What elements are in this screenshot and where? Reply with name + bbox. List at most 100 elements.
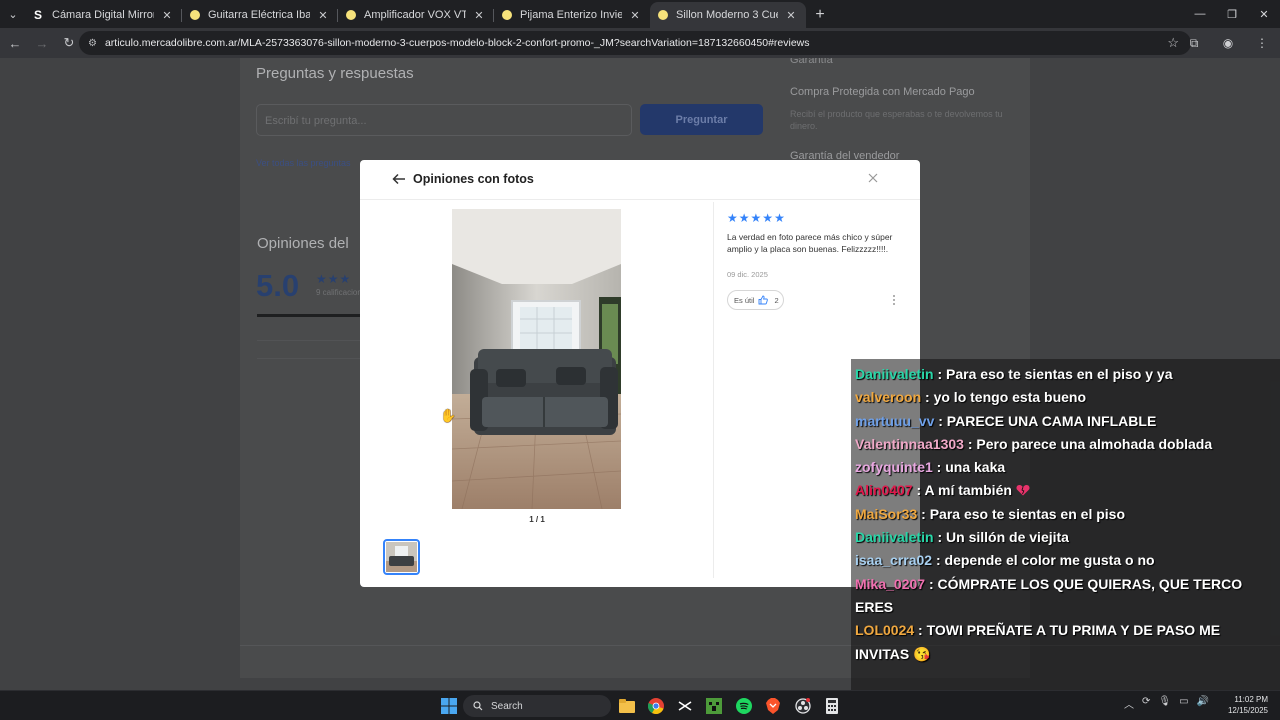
opiniones-title: Opiniones del: [257, 235, 349, 252]
photo-thumbnail[interactable]: [383, 539, 420, 575]
star-icon: ★: [762, 211, 774, 225]
photo-reviews-modal: Opiniones con fotos 1 / 1 ★ ★ ★ ★ ★ La v…: [360, 160, 920, 587]
tab-guitarra[interactable]: Guitarra Eléctrica Ibanez Azes4 ✕: [182, 2, 338, 28]
photo-counter: 1 / 1: [529, 515, 545, 524]
clock-time: 11:02 PM: [1234, 695, 1268, 704]
menu-kebab-icon[interactable]: ⋮: [1250, 31, 1274, 55]
clock[interactable]: 11:02 PM 12/15/2025: [1228, 694, 1268, 716]
hand-cursor-icon: ✋: [440, 408, 457, 423]
star-icon: ★: [750, 211, 762, 225]
spotify-icon[interactable]: [733, 695, 755, 717]
extensions-icon[interactable]: ⧉: [1182, 31, 1206, 55]
question-input[interactable]: Escribí tu pregunta...: [256, 104, 632, 136]
start-icon[interactable]: [438, 695, 460, 717]
url-text: articulo.mercadolibre.com.ar/MLA-2573363…: [104, 37, 810, 49]
mercadolibre-icon: [502, 10, 512, 20]
clock-date: 12/15/2025: [1227, 706, 1268, 715]
tab-title: Guitarra Eléctrica Ibanez Azes4: [208, 9, 310, 21]
chat-text: : Pero parece una almohada doblada: [967, 435, 1213, 452]
window-controls: — ❐ ✕: [1184, 0, 1280, 28]
compra-protegida-title: Compra Protegida con Mercado Pago: [790, 86, 975, 98]
chrome-icon[interactable]: [645, 695, 667, 717]
chat-username: Daniivaletin: [855, 529, 934, 546]
microphone-icon[interactable]: 🎙: [1158, 696, 1171, 711]
close-icon[interactable]: [866, 171, 880, 185]
reload-icon[interactable]: ↻: [57, 31, 81, 55]
site-info-icon[interactable]: ⚙: [88, 38, 97, 49]
back-icon[interactable]: ←: [3, 31, 27, 55]
file-explorer-icon[interactable]: [616, 695, 638, 717]
all-questions-link[interactable]: Ver todas las preguntas: [256, 158, 351, 168]
star-icon: ★: [774, 211, 785, 225]
thumbnail-image: [386, 542, 417, 572]
modal-header: Opiniones con fotos: [360, 160, 920, 200]
s-icon: S: [34, 8, 43, 22]
qa-title: Preguntas y respuestas: [256, 65, 414, 82]
chat-username: Alin0407: [855, 482, 913, 499]
star-icon: ★: [738, 211, 750, 225]
close-tab-icon[interactable]: ✕: [472, 9, 486, 22]
restore-icon[interactable]: ❐: [1216, 0, 1248, 28]
profile-icon[interactable]: ◉: [1216, 31, 1240, 55]
chevron-up-icon[interactable]: ︿: [1124, 696, 1134, 711]
mercadolibre-icon: [346, 10, 356, 20]
chat-username: LOL0024: [855, 622, 915, 639]
ask-button[interactable]: Preguntar: [640, 104, 763, 135]
chat-message: Daniivaletin : Un sillón de viejita: [852, 526, 1276, 549]
mercadolibre-icon: [190, 10, 200, 20]
search-icon: [473, 701, 483, 711]
obs-icon[interactable]: [792, 695, 814, 717]
calculator-icon[interactable]: [821, 695, 843, 717]
tab-camara[interactable]: S Cámara Digital Mirrorless Vlog ✕: [26, 2, 182, 28]
forward-icon[interactable]: →: [30, 31, 54, 55]
capcut-icon[interactable]: [674, 695, 696, 717]
review-photo: [452, 209, 621, 509]
useful-count: 2: [774, 295, 779, 305]
chat-username: Valentinnaa1303: [855, 435, 964, 452]
chat-username: isaa_crra02: [855, 552, 933, 569]
volume-icon[interactable]: 🔊: [1197, 696, 1209, 711]
tab-title: Amplificador VOX VTX Series V: [364, 9, 466, 21]
rating-bar: [257, 314, 361, 317]
minecraft-icon[interactable]: [703, 695, 725, 717]
chat-message: isaa_crra02 : depende el color me gusta …: [852, 549, 1276, 572]
review-date: 09 dic. 2025: [727, 270, 768, 279]
close-tab-icon[interactable]: ✕: [784, 9, 798, 22]
tab-title: Pijama Enterizo Invierno Kugun: [520, 9, 622, 21]
brave-icon[interactable]: [762, 695, 784, 717]
chat-username: zofyquinte1: [855, 459, 933, 476]
minimize-icon[interactable]: —: [1184, 0, 1216, 28]
bookmark-star-icon[interactable]: ☆: [1167, 35, 1179, 51]
chat-message: martuuu_vv : PARECE UNA CAMA INFLABLE: [852, 410, 1276, 433]
tab-search-icon[interactable]: ⌄: [0, 0, 26, 28]
close-tab-icon[interactable]: ✕: [316, 9, 330, 22]
mercadolibre-icon: [658, 10, 668, 20]
tab-amplificador[interactable]: Amplificador VOX VTX Series V ✕: [338, 2, 494, 28]
chat-text: : Un sillón de viejita: [937, 529, 1069, 546]
tab-pijama[interactable]: Pijama Enterizo Invierno Kugun ✕: [494, 2, 650, 28]
chat-message: zofyquinte1 : una kaka: [852, 456, 1276, 479]
new-tab-icon[interactable]: +: [806, 2, 834, 28]
address-bar[interactable]: ⚙ articulo.mercadolibre.com.ar/MLA-25733…: [79, 31, 1191, 55]
search-label: Search: [491, 700, 523, 712]
chat-message: LOL0024 : TOWI PREÑATE A TU PRIMA Y DE P…: [852, 619, 1276, 666]
close-tab-icon[interactable]: ✕: [160, 9, 174, 22]
taskbar-search[interactable]: Search: [463, 695, 611, 717]
chat-text: : A mí también: [916, 482, 1012, 499]
useful-label: Es útil: [734, 295, 755, 305]
compra-protegida-text: Recibí el producto que esperabas o te de…: [790, 109, 1003, 131]
useful-button[interactable]: Es útil 2: [727, 290, 784, 310]
kiss-emoji-icon: 😘: [913, 645, 931, 662]
chat-message: Valentinnaa1303 : Pero parece una almoha…: [852, 433, 1276, 456]
back-arrow-icon[interactable]: [391, 171, 407, 187]
more-options-icon[interactable]: [891, 293, 897, 307]
ask-button-label: Preguntar: [675, 113, 728, 126]
review-stars: ★ ★ ★ ★ ★: [727, 212, 785, 224]
network-icon[interactable]: ▭: [1179, 696, 1188, 711]
sync-icon[interactable]: ⟳: [1142, 696, 1150, 711]
tab-sillon[interactable]: Sillon Moderno 3 Cuerpos Mod ✕: [650, 2, 806, 28]
chat-message: Mika_0207 : CÓMPRATE LOS QUE QUIERAS, QU…: [852, 573, 1276, 620]
close-window-icon[interactable]: ✕: [1248, 0, 1280, 28]
rating-score: 5.0: [256, 268, 300, 303]
close-tab-icon[interactable]: ✕: [628, 9, 642, 22]
